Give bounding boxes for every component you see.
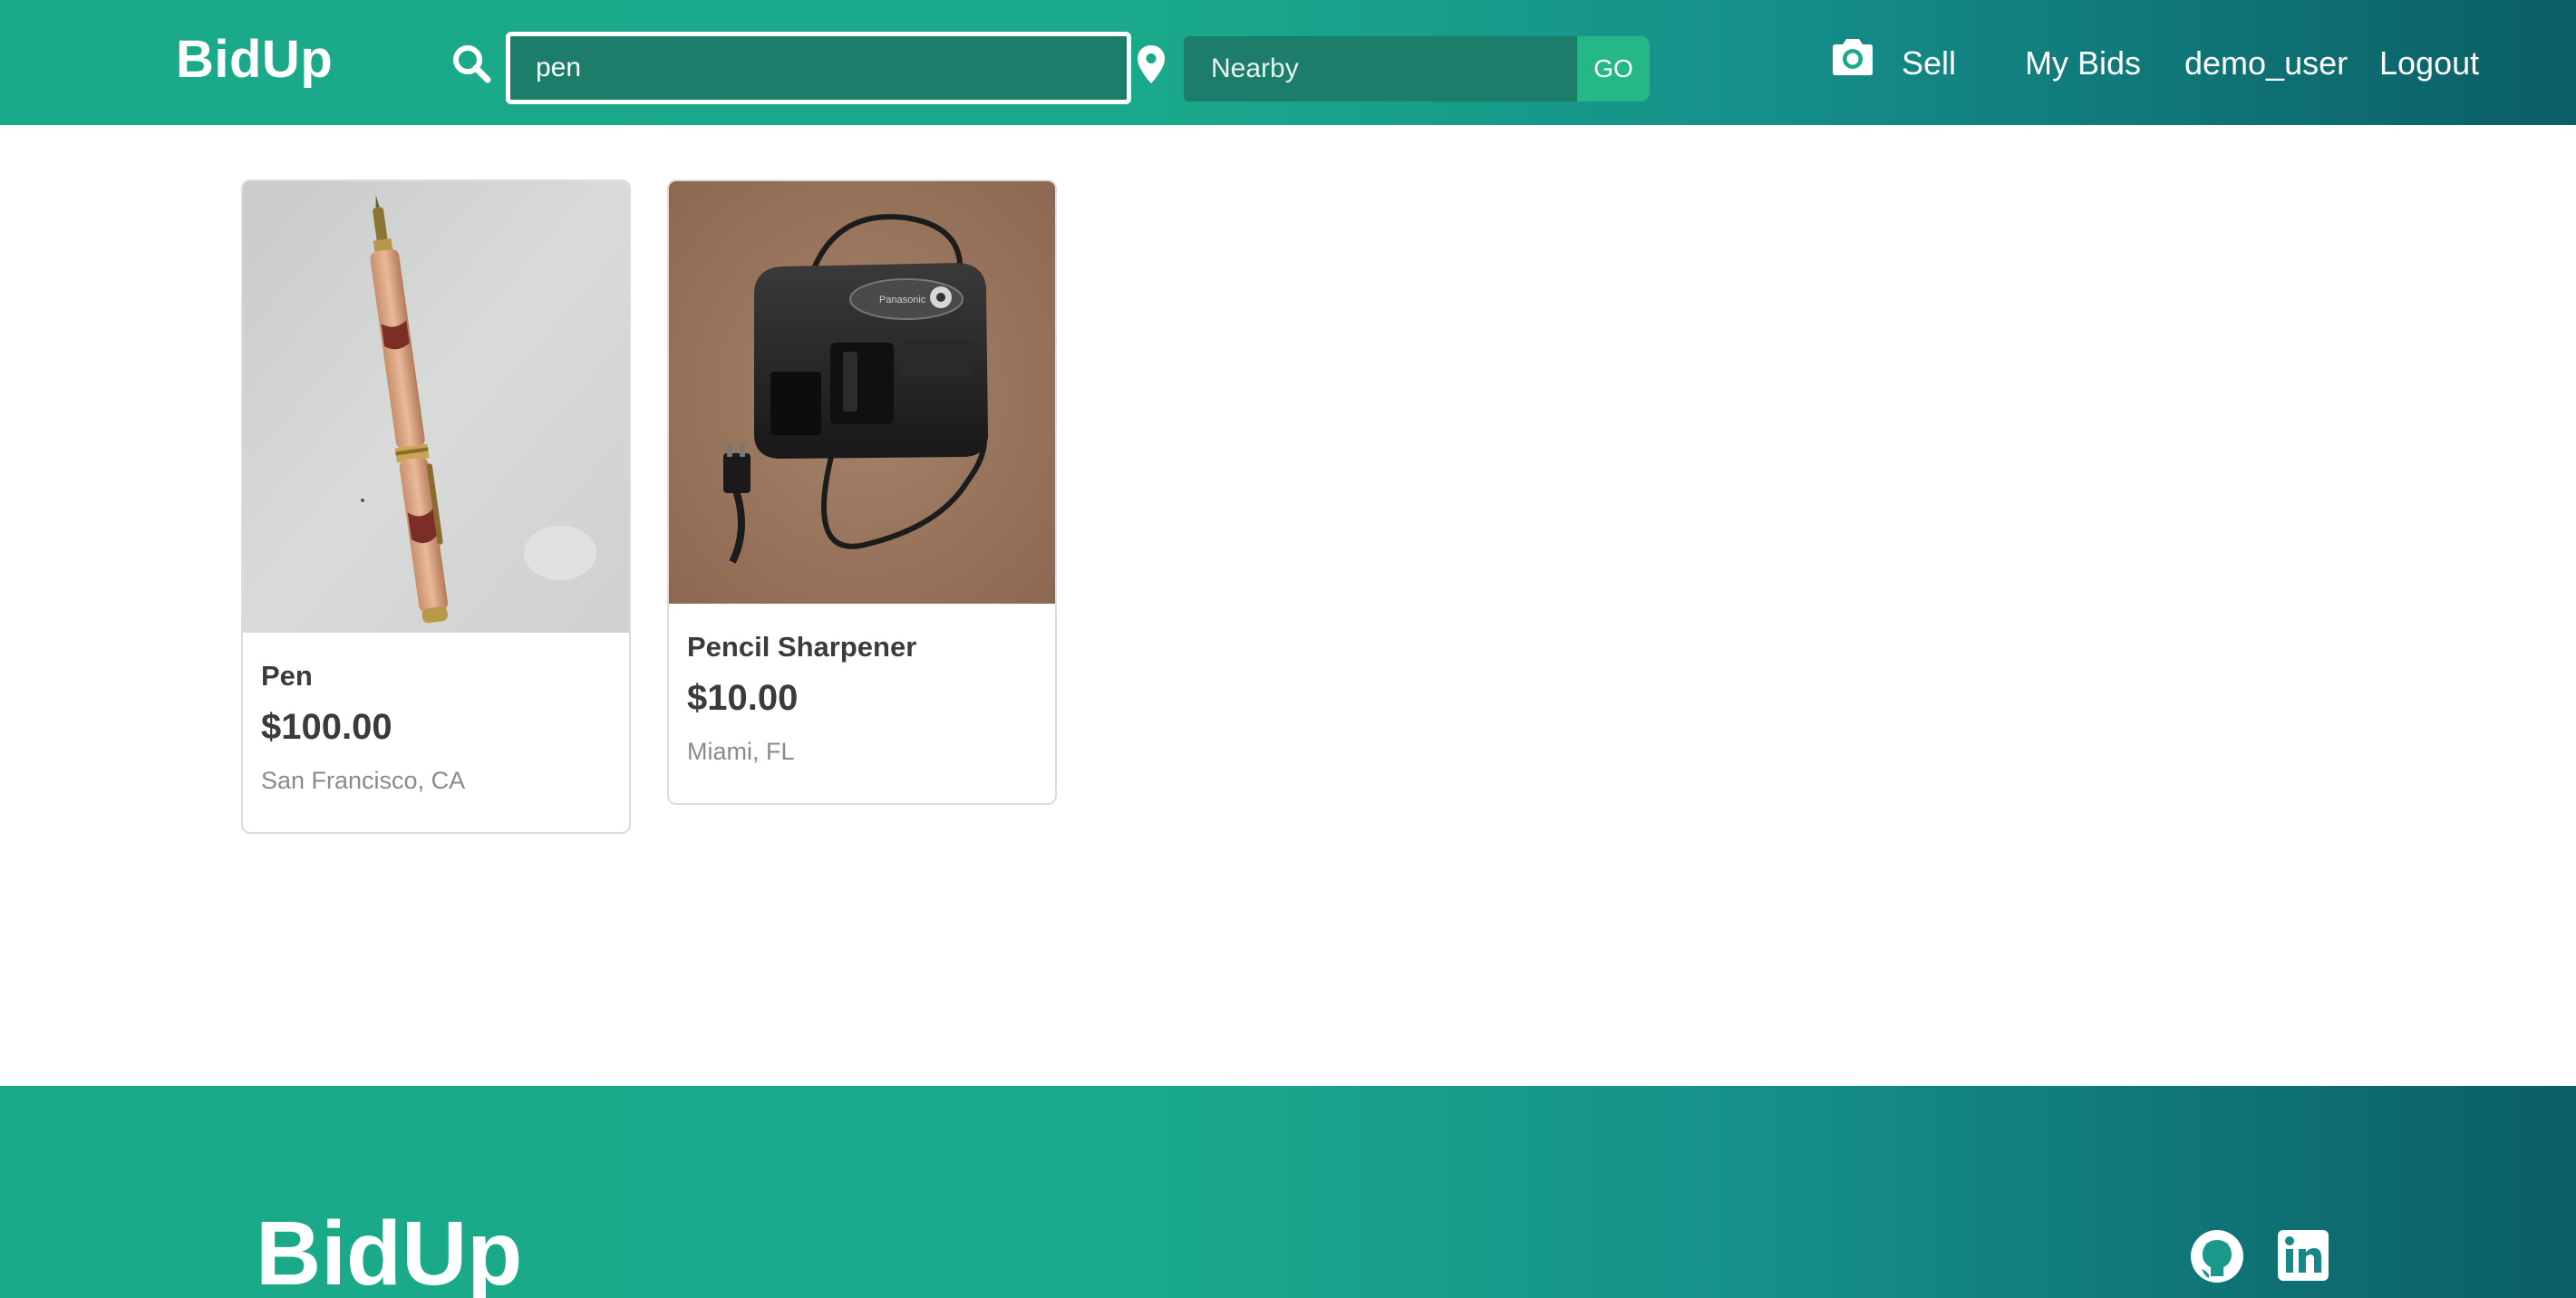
logout-link[interactable]: Logout [2379,38,2479,89]
location-input[interactable] [1184,36,1577,102]
footer: BidUp [0,1086,2576,1298]
listing-location: San Francisco, CA [261,767,466,794]
brand-logo[interactable]: BidUp [176,31,333,89]
user-profile-link[interactable]: demo_user [2184,38,2348,89]
listing-photo-pencil-sharpener[interactable]: Panasonic [669,181,1055,604]
camera-icon[interactable] [1829,36,1876,78]
listing-location: Miami, FL [687,738,795,765]
footer-brand: BidUp [256,1203,523,1298]
listing-price: $100.00 [261,707,392,747]
listing-photo-pen[interactable] [243,181,629,633]
listing-card[interactable]: Pen $100.00 San Francisco, CA [241,179,631,834]
github-icon[interactable] [2190,1229,2244,1283]
go-button[interactable]: GO [1577,36,1650,102]
search-icon[interactable] [451,44,491,83]
listing-card[interactable]: Panasonic Pencil Sharpener $10.00 Miami,… [667,179,1057,805]
listing-title[interactable]: Pen [261,660,313,693]
top-navbar: BidUp GO Sell My Bids demo_user Logout [0,0,2576,125]
search-input[interactable] [506,32,1131,104]
sell-link[interactable]: Sell [1902,38,1956,89]
map-pin-icon [1138,45,1165,83]
svg-text:Panasonic: Panasonic [879,295,926,305]
linkedin-icon[interactable] [2277,1229,2329,1282]
listing-price: $10.00 [687,678,799,718]
listing-title[interactable]: Pencil Sharpener [687,631,916,664]
my-bids-link[interactable]: My Bids [2025,38,2141,89]
